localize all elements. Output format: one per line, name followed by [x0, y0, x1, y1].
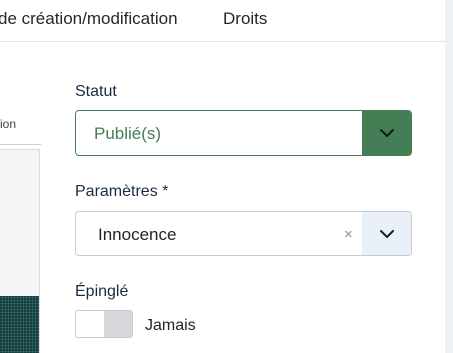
left-panel: ion [0, 43, 41, 353]
pinned-label: Épinglé [75, 283, 129, 300]
params-select-toggle[interactable] [362, 212, 411, 255]
status-label: Statut [75, 83, 117, 100]
pinned-toggle-knob [104, 311, 132, 337]
params-select[interactable]: Innocence × [75, 211, 412, 256]
chevron-down-icon [379, 129, 394, 137]
close-icon[interactable]: × [344, 227, 353, 242]
params-select-value: Innocence [98, 225, 177, 244]
pinned-toggle-switch[interactable] [75, 310, 133, 338]
status-select-toggle[interactable] [362, 111, 411, 155]
left-panel-caption: ion [0, 117, 17, 131]
tab-rights[interactable]: Droits [223, 9, 267, 29]
status-select[interactable]: Publié(s) [75, 110, 412, 156]
scrollbar-gutter[interactable] [445, 0, 453, 353]
tab-creation-modification-dates[interactable]: de création/modification [0, 9, 178, 29]
pinned-switch-label: Jamais [145, 317, 196, 334]
left-panel-divider [0, 144, 41, 145]
chevron-down-icon [379, 229, 394, 238]
image-preview-frame [0, 149, 40, 353]
params-label: Paramètres * [75, 183, 169, 200]
tab-bar: de création/modification Droits [0, 0, 445, 42]
image-preview [0, 296, 39, 353]
status-select-value: Publié(s) [94, 124, 162, 143]
